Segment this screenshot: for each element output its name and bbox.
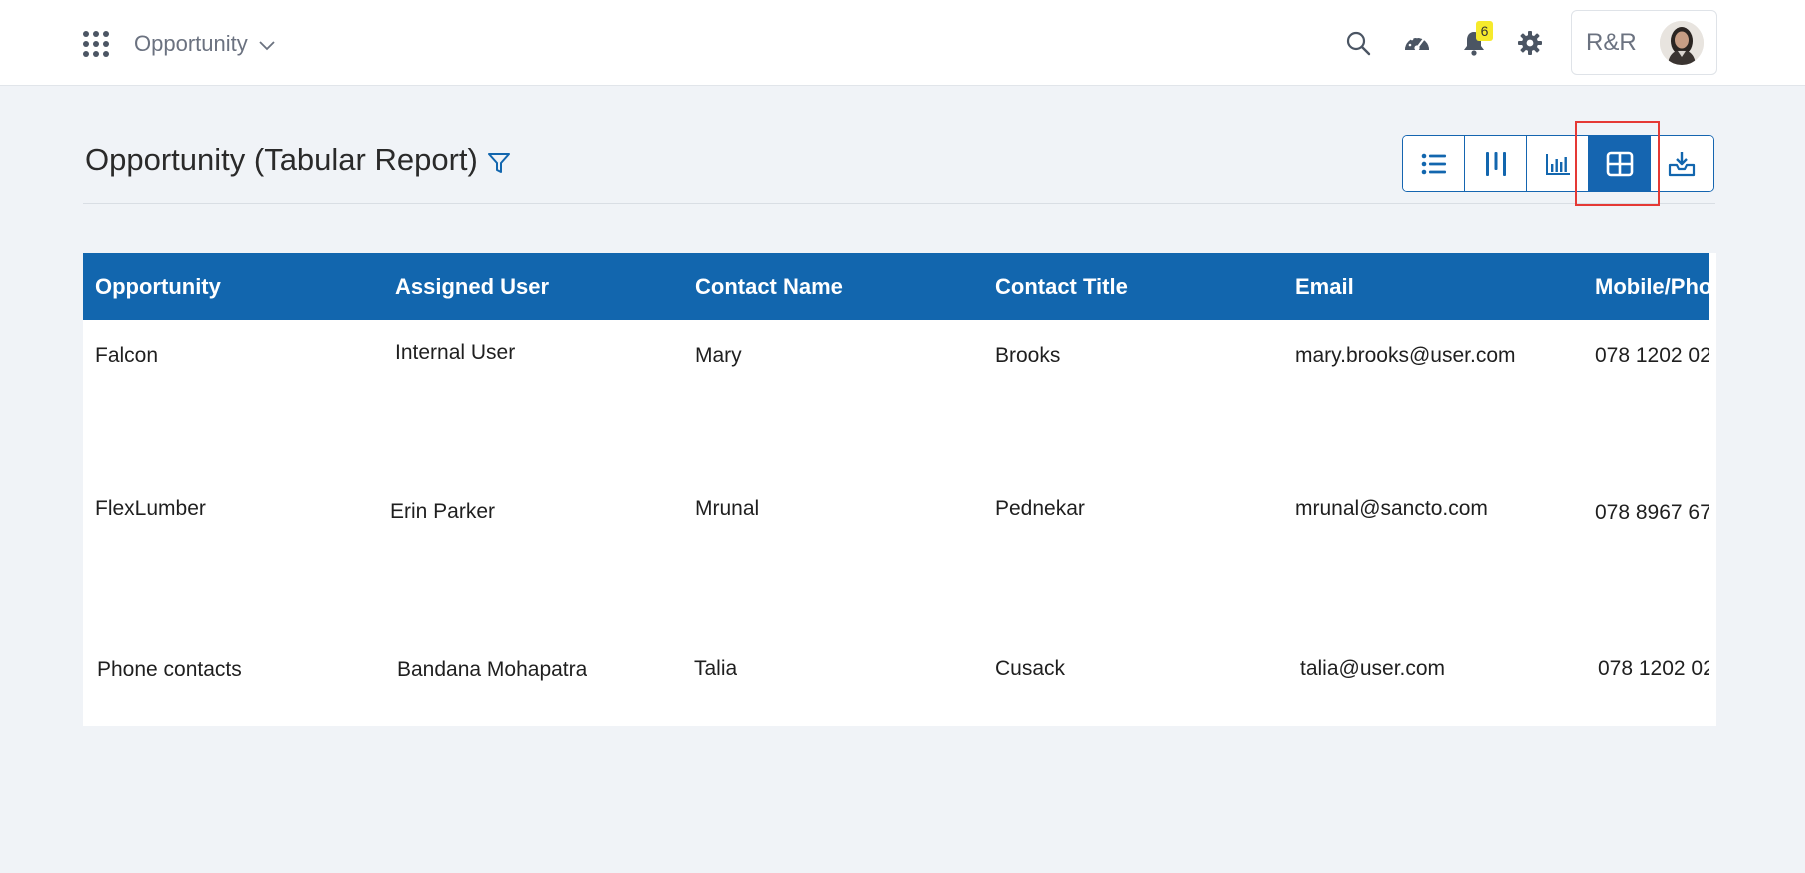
table-cell-opportunity[interactable]: Falcon	[95, 344, 158, 368]
header-divider	[83, 203, 1715, 204]
page-title: Opportunity (Tabular Report)	[85, 142, 478, 177]
column-header-mobile-phone[interactable]: Mobile/Phone	[1595, 253, 1709, 320]
report-table: Opportunity Assigned User Contact Name C…	[83, 253, 1716, 726]
table-cell-contact-name: Mary	[695, 344, 742, 367]
table-cell-contact-title: Brooks	[995, 344, 1061, 367]
table-cell-opportunity[interactable]: FlexLumber	[95, 497, 206, 521]
table-cell-contact-title: Cusack	[995, 657, 1066, 680]
gear-icon[interactable]	[1512, 25, 1548, 61]
avatar	[1660, 21, 1704, 65]
table-cell-contact-title: Pednekar	[995, 497, 1085, 520]
list-icon	[1421, 153, 1446, 174]
module-switcher[interactable]: Opportunity	[134, 28, 276, 60]
view-toggle-group	[1402, 135, 1714, 192]
table-cell-mobile: 078 1202 02	[1595, 344, 1709, 367]
filter-icon[interactable]	[486, 150, 512, 176]
notification-count-badge: 6	[1476, 21, 1493, 41]
column-header-opportunity[interactable]: Opportunity	[95, 253, 375, 320]
column-header-contact-name[interactable]: Contact Name	[695, 253, 975, 320]
table-cell-opportunity[interactable]: Phone contacts	[97, 658, 242, 682]
download-tray-icon	[1668, 151, 1696, 176]
bar-chart-icon	[1545, 153, 1570, 175]
kanban-view-button[interactable]	[1465, 136, 1527, 191]
chart-view-button[interactable]	[1527, 136, 1589, 191]
column-header-contact-title[interactable]: Contact Title	[995, 253, 1275, 320]
table-view-button[interactable]	[1589, 136, 1651, 191]
table-cell-assigned-user: Internal User	[395, 341, 516, 364]
top-navigation-bar: Opportunity 6 R&R	[0, 0, 1805, 86]
table-cell-contact-name: Talia	[694, 657, 738, 680]
table-grid-icon	[1606, 151, 1633, 176]
column-header-assigned-user[interactable]: Assigned User	[395, 253, 675, 320]
search-icon[interactable]	[1340, 25, 1376, 61]
dashboard-gauge-icon[interactable]	[1399, 25, 1435, 61]
columns-icon	[1485, 151, 1506, 176]
table-cell-mobile: 078 8967 67	[1595, 501, 1709, 524]
table-cell-contact-name: Mrunal	[695, 497, 760, 520]
user-initials: R&R	[1586, 28, 1637, 56]
table-cell-assigned-user: Erin Parker	[390, 500, 496, 523]
table-cell-email[interactable]: talia@user.com	[1300, 657, 1445, 681]
table-cell-email[interactable]: mary.brooks@user.com	[1295, 344, 1516, 368]
apps-grid-icon[interactable]	[83, 31, 109, 57]
chevron-down-icon	[259, 41, 275, 51]
user-menu[interactable]: R&R	[1571, 10, 1717, 75]
column-header-email[interactable]: Email	[1295, 253, 1575, 320]
bell-icon[interactable]: 6	[1456, 21, 1493, 61]
list-view-button[interactable]	[1403, 136, 1465, 191]
module-label: Opportunity	[134, 31, 248, 56]
export-button[interactable]	[1651, 136, 1713, 191]
table-cell-mobile: 078 1202 02	[1598, 657, 1709, 680]
table-header-row: Opportunity Assigned User Contact Name C…	[83, 253, 1709, 320]
table-cell-email[interactable]: mrunal@sancto.com	[1295, 497, 1488, 521]
table-cell-assigned-user: Bandana Mohapatra	[397, 658, 588, 681]
